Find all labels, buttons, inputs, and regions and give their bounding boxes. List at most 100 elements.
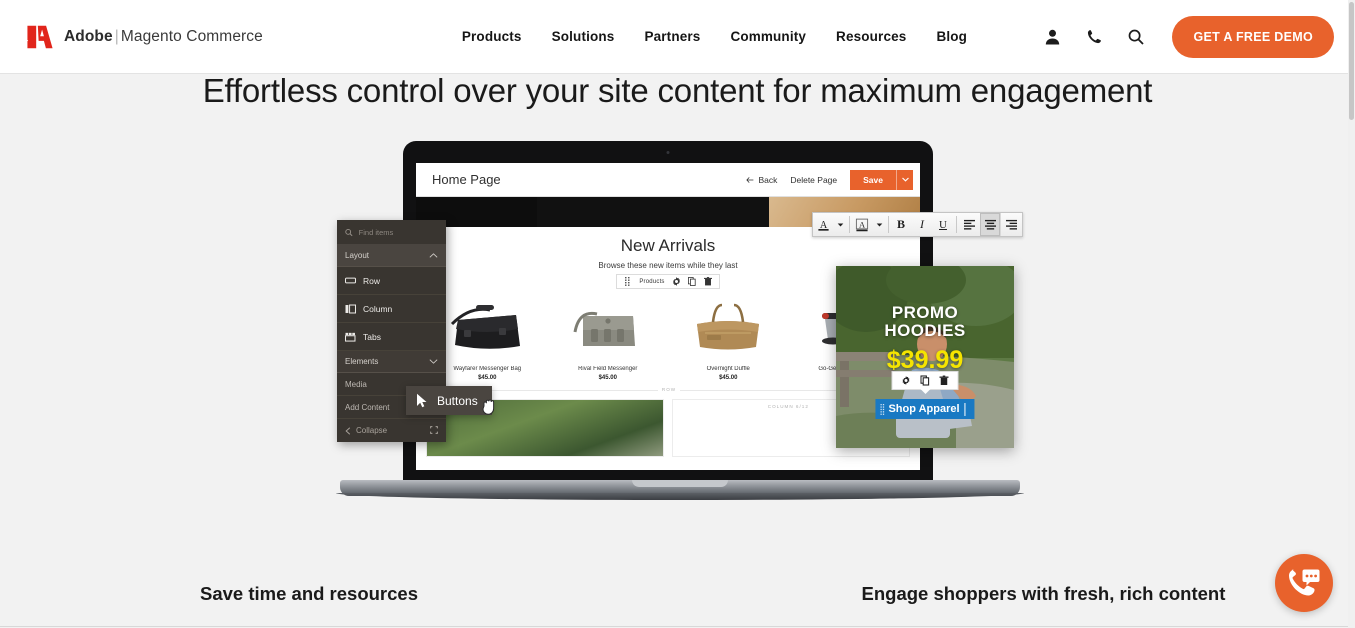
- font-color-icon: A: [817, 219, 829, 230]
- page-builder-topbar: Home Page Back Delete Page Save: [416, 163, 920, 197]
- row-guide-label: ROW: [657, 387, 681, 392]
- save-dropdown-caret[interactable]: [896, 169, 913, 190]
- duplicate-icon[interactable]: [920, 375, 930, 386]
- gear-icon[interactable]: [672, 277, 681, 286]
- delete-page-button[interactable]: Delete Page: [790, 175, 837, 185]
- product-image-black-messenger-bag: [430, 297, 545, 359]
- arrow-cursor-icon: [417, 393, 427, 408]
- phone-icon[interactable]: [1084, 27, 1104, 47]
- save-button[interactable]: Save: [850, 169, 896, 190]
- page-scrollbar-thumb[interactable]: [1349, 2, 1354, 120]
- brand-logo[interactable]: Adobe | Magento Commerce: [27, 24, 263, 49]
- adobe-logo-icon: [27, 24, 53, 49]
- back-button-label: Back: [758, 174, 778, 185]
- site-header: Adobe | Magento Commerce Products Solution…: [0, 0, 1355, 74]
- laptop-foot: [336, 493, 1024, 500]
- trash-icon[interactable]: [939, 375, 949, 385]
- save-button-group: Save: [850, 169, 913, 190]
- chevron-down-icon: [837, 223, 843, 226]
- brand-text: Adobe | Magento Commerce: [64, 28, 263, 46]
- shop-apparel-label: Shop Apparel: [888, 403, 960, 415]
- page-builder-actions: Back Delete Page Save: [746, 169, 913, 190]
- toolbar-divider: [888, 216, 889, 233]
- panel-group-layout[interactable]: Layout: [337, 245, 446, 267]
- brand-separator: |: [114, 27, 119, 45]
- product-price: $45.00: [598, 375, 617, 381]
- highlight-color-caret[interactable]: [873, 213, 886, 236]
- highlight-color-button[interactable]: A: [852, 213, 873, 236]
- bottom-column-left: Save time and resources: [0, 583, 678, 605]
- promo-line-1: PROMO: [891, 303, 959, 322]
- toolbar-divider: [956, 216, 957, 233]
- header-actions: GET A FREE DEMO: [1042, 15, 1334, 58]
- panel-group-elements-label: Elements: [345, 357, 379, 366]
- product-name: Rival Field Messenger: [578, 366, 638, 372]
- svg-text:A: A: [859, 220, 865, 229]
- bottom-column-right: Engage shoppers with fresh, rich content: [678, 583, 1355, 605]
- account-icon[interactable]: [1042, 27, 1062, 47]
- main-navigation: Products Solutions Partners Community Re…: [462, 29, 967, 44]
- nav-item-solutions[interactable]: Solutions: [552, 29, 615, 44]
- section-divider: [0, 626, 1355, 627]
- product-card[interactable]: Rival Field Messenger $45.00: [551, 297, 666, 381]
- align-left-button[interactable]: [959, 213, 980, 236]
- grabbing-hand-icon: [482, 398, 497, 420]
- product-card[interactable]: Overnight Duffle $45.00: [671, 297, 786, 381]
- nav-item-products[interactable]: Products: [462, 29, 522, 44]
- panel-group-elements[interactable]: Elements: [337, 351, 446, 373]
- panel-item-row[interactable]: Row: [337, 267, 446, 295]
- panel-item-column[interactable]: Column: [337, 295, 446, 323]
- panel-item-row-label: Row: [363, 275, 381, 286]
- gear-icon[interactable]: [902, 376, 911, 385]
- search-input[interactable]: [358, 227, 438, 237]
- product-name: Overnight Duffle: [706, 366, 750, 372]
- search-icon: [345, 228, 353, 236]
- drag-handle-icon[interactable]: [880, 403, 885, 415]
- panel-item-tabs-label: Tabs: [363, 331, 381, 342]
- panel-item-tabs[interactable]: Tabs: [337, 323, 446, 351]
- font-color-caret[interactable]: [834, 213, 847, 236]
- chevron-down-icon: [876, 223, 882, 226]
- drag-handle-icon[interactable]: [623, 277, 632, 286]
- nav-item-partners[interactable]: Partners: [644, 29, 700, 44]
- tabs-icon: [345, 332, 356, 342]
- promo-banner-card[interactable]: PROMO HOODIES $39.99 Shop Apparel: [836, 266, 1014, 448]
- fullscreen-icon[interactable]: [430, 425, 438, 436]
- chevron-down-icon: [901, 177, 909, 182]
- product-card[interactable]: Wayfarer Messenger Bag $45.00: [430, 297, 545, 381]
- products-block-label: Products: [639, 278, 665, 285]
- products-block-toolbar: Products: [616, 274, 720, 289]
- get-free-demo-button[interactable]: GET A FREE DEMO: [1172, 15, 1334, 58]
- new-arrivals-heading: New Arrivals: [620, 236, 716, 255]
- search-icon[interactable]: [1126, 27, 1146, 47]
- page-scrollbar[interactable]: [1348, 0, 1355, 628]
- bold-button[interactable]: B: [891, 213, 912, 236]
- trash-icon[interactable]: [704, 277, 713, 286]
- align-center-icon: [984, 219, 996, 230]
- nav-item-resources[interactable]: Resources: [836, 29, 906, 44]
- chevron-up-icon: [429, 251, 438, 260]
- panel-search[interactable]: [337, 220, 446, 245]
- arrow-left-icon: [746, 176, 754, 183]
- chevron-left-icon: [345, 426, 351, 435]
- column-icon: [345, 304, 356, 313]
- back-button[interactable]: Back: [746, 175, 777, 185]
- brand-name: Adobe: [64, 27, 113, 45]
- row-icon: [345, 277, 356, 284]
- panel-collapse-label: Collapse: [356, 426, 388, 435]
- drag-tooltip-label: Buttons: [437, 393, 478, 408]
- product-price: $45.00: [478, 375, 497, 381]
- phone-chat-icon: [1289, 569, 1320, 596]
- underline-button[interactable]: U: [933, 213, 954, 236]
- promo-block-toolbar: [891, 371, 959, 394]
- nav-item-blog[interactable]: Blog: [936, 29, 967, 44]
- panel-collapse-button[interactable]: Collapse: [337, 419, 446, 442]
- chat-widget-button[interactable]: [1275, 554, 1333, 612]
- duplicate-icon[interactable]: [688, 277, 697, 286]
- align-center-button[interactable]: [980, 213, 1001, 236]
- shop-apparel-button[interactable]: Shop Apparel: [875, 399, 975, 419]
- italic-button[interactable]: I: [912, 213, 933, 236]
- nav-item-community[interactable]: Community: [730, 29, 806, 44]
- align-right-button[interactable]: [1001, 213, 1022, 236]
- font-color-button[interactable]: A: [813, 213, 834, 236]
